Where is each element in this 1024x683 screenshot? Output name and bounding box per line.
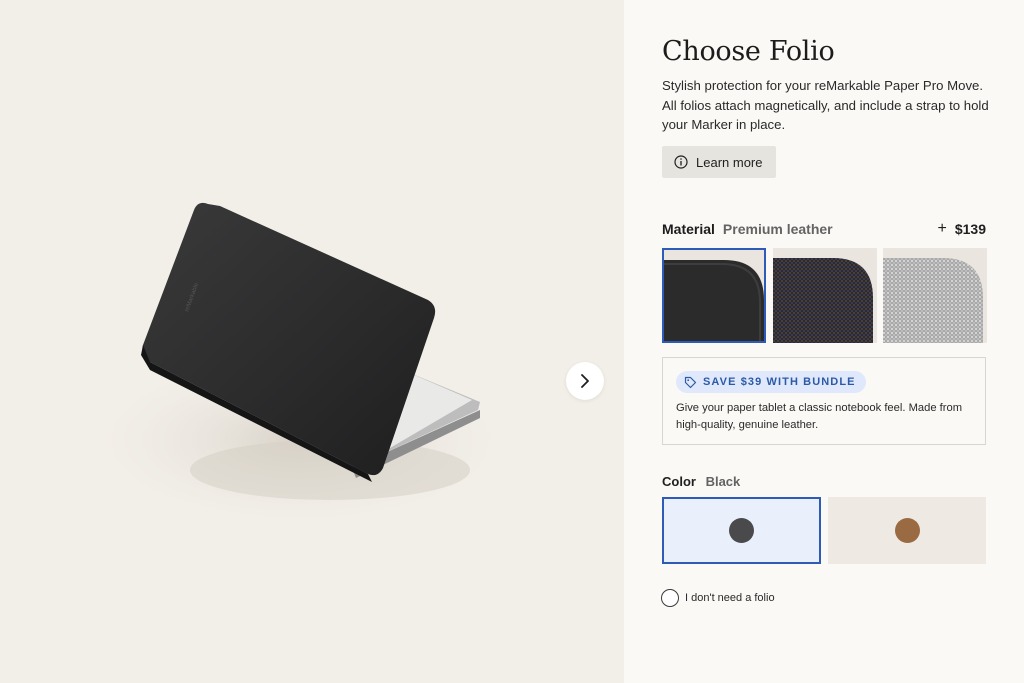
color-dot-black [729, 518, 754, 543]
color-header: Color Black [662, 474, 740, 489]
material-option-light-fabric[interactable] [883, 248, 987, 343]
color-selected-value: Black [705, 474, 741, 489]
learn-more-button[interactable]: Learn more [662, 146, 776, 178]
dark-fabric-swatch-image [773, 248, 877, 343]
light-fabric-swatch-image [883, 248, 987, 343]
options-panel: Choose Folio Stylish protection for your… [624, 0, 1024, 683]
product-image: reMarkable [80, 202, 520, 530]
no-folio-option[interactable]: I don't need a folio [661, 589, 775, 607]
tag-icon [684, 376, 697, 388]
color-dot-brown [894, 518, 920, 543]
material-price: + $139 [938, 220, 987, 238]
product-image-panel: reMarkable [0, 0, 624, 683]
leather-swatch-image [664, 250, 764, 341]
plus-icon: + [937, 220, 947, 237]
material-label: Material [662, 221, 715, 237]
product-description: Stylish protection for your reMarkable P… [662, 78, 989, 132]
material-selected-value: Premium leather [722, 221, 833, 237]
bundle-description: Give your paper tablet a classic noteboo… [676, 402, 963, 431]
no-folio-label: I don't need a folio [685, 592, 775, 604]
next-image-button[interactable] [566, 362, 604, 400]
bundle-offer-card: SAVE $39 WITH BUNDLE Give your paper tab… [662, 357, 986, 445]
color-option-brown[interactable] [828, 497, 986, 564]
material-price-value: $139 [954, 221, 986, 237]
material-option-premium-leather[interactable] [662, 248, 766, 343]
bundle-badge: SAVE $39 WITH BUNDLE [676, 371, 866, 393]
color-option-black[interactable] [662, 497, 821, 564]
no-folio-radio[interactable] [661, 589, 679, 607]
info-icon [674, 155, 688, 169]
color-label: Color [662, 474, 696, 489]
bundle-badge-text: SAVE $39 WITH BUNDLE [703, 376, 856, 388]
chevron-right-icon [581, 374, 589, 388]
learn-more-label: Learn more [696, 154, 763, 170]
material-option-dark-fabric[interactable] [773, 248, 877, 343]
material-header: Material Premium leather + $139 [662, 220, 986, 238]
page-title: Choose Folio [662, 36, 835, 67]
